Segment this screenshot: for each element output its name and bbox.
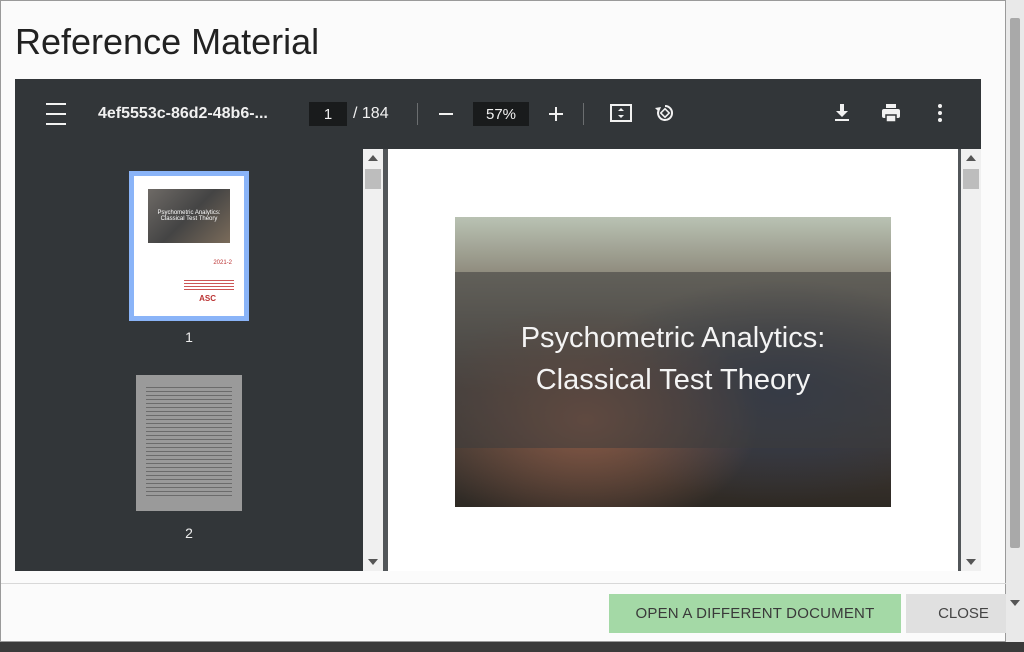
pdf-toolbar: 4ef5553c-86d2-48b6-... / 184 <box>15 79 981 149</box>
reference-material-dialog: Reference Material 4ef5553c-86d2-48b6-..… <box>0 0 1007 642</box>
thumbnail-page-1[interactable]: Psychometric Analytics: Classical Test T… <box>129 171 249 321</box>
more-options-icon[interactable] <box>928 101 952 125</box>
thumbnail-label: 2 <box>185 525 193 541</box>
close-button[interactable]: CLOSE <box>906 594 1021 633</box>
document-scrollbar[interactable] <box>961 149 981 571</box>
thumbnail-cover-title: Psychometric Analytics: Classical Test T… <box>157 210 221 222</box>
download-icon[interactable] <box>830 101 854 125</box>
scroll-thumb[interactable] <box>365 169 381 189</box>
cover-title: Psychometric Analytics: Classical Test T… <box>520 322 826 396</box>
open-different-document-button[interactable]: OPEN A DIFFERENT DOCUMENT <box>609 594 901 633</box>
thumbnail-text-lines <box>146 387 232 499</box>
footer-divider <box>1 583 1007 584</box>
zoom-in-button[interactable] <box>545 103 567 125</box>
minus-icon <box>439 113 453 115</box>
fit-to-page-icon[interactable] <box>609 101 633 125</box>
dialog-title: Reference Material <box>15 21 320 62</box>
toolbar-divider <box>583 103 584 125</box>
thumbnail-sidebar: Psychometric Analytics: Classical Test T… <box>15 149 363 571</box>
document-page: Psychometric Analytics: Classical Test T… <box>388 149 958 571</box>
scroll-down-icon[interactable] <box>368 559 378 565</box>
rotate-icon[interactable] <box>653 101 677 125</box>
menu-icon[interactable] <box>43 103 69 125</box>
toolbar-divider <box>417 103 418 125</box>
page-scroll-down-icon[interactable] <box>1010 600 1020 606</box>
page-total: / 184 <box>353 105 389 122</box>
bottom-edge <box>0 642 1024 652</box>
scroll-up-icon[interactable] <box>966 155 976 161</box>
thumbnail-label: 1 <box>185 329 193 345</box>
cover-image: Psychometric Analytics: Classical Test T… <box>455 217 891 507</box>
thumbnail-page-2[interactable] <box>136 375 242 511</box>
scroll-thumb[interactable] <box>963 169 979 189</box>
thumbnail-code: 2021-2 <box>213 260 232 266</box>
plus-icon <box>555 107 557 121</box>
thumbnail-cover-image: Psychometric Analytics: Classical Test T… <box>148 189 230 243</box>
document-name: 4ef5553c-86d2-48b6-... <box>98 105 268 122</box>
thumbnail-logo: ASC <box>199 294 216 303</box>
print-icon[interactable] <box>879 101 903 125</box>
page-scroll-thumb[interactable] <box>1010 18 1020 548</box>
sidebar-scrollbar[interactable] <box>363 149 383 571</box>
scroll-up-icon[interactable] <box>368 155 378 161</box>
zoom-level-input[interactable] <box>473 102 529 126</box>
page-number-input[interactable] <box>309 102 347 126</box>
thumbnail-report-lines <box>184 280 234 290</box>
page-scrollbar[interactable] <box>1006 0 1024 652</box>
pdf-viewer: 4ef5553c-86d2-48b6-... / 184 <box>15 79 981 571</box>
scroll-down-icon[interactable] <box>966 559 976 565</box>
zoom-out-button[interactable] <box>435 103 457 125</box>
